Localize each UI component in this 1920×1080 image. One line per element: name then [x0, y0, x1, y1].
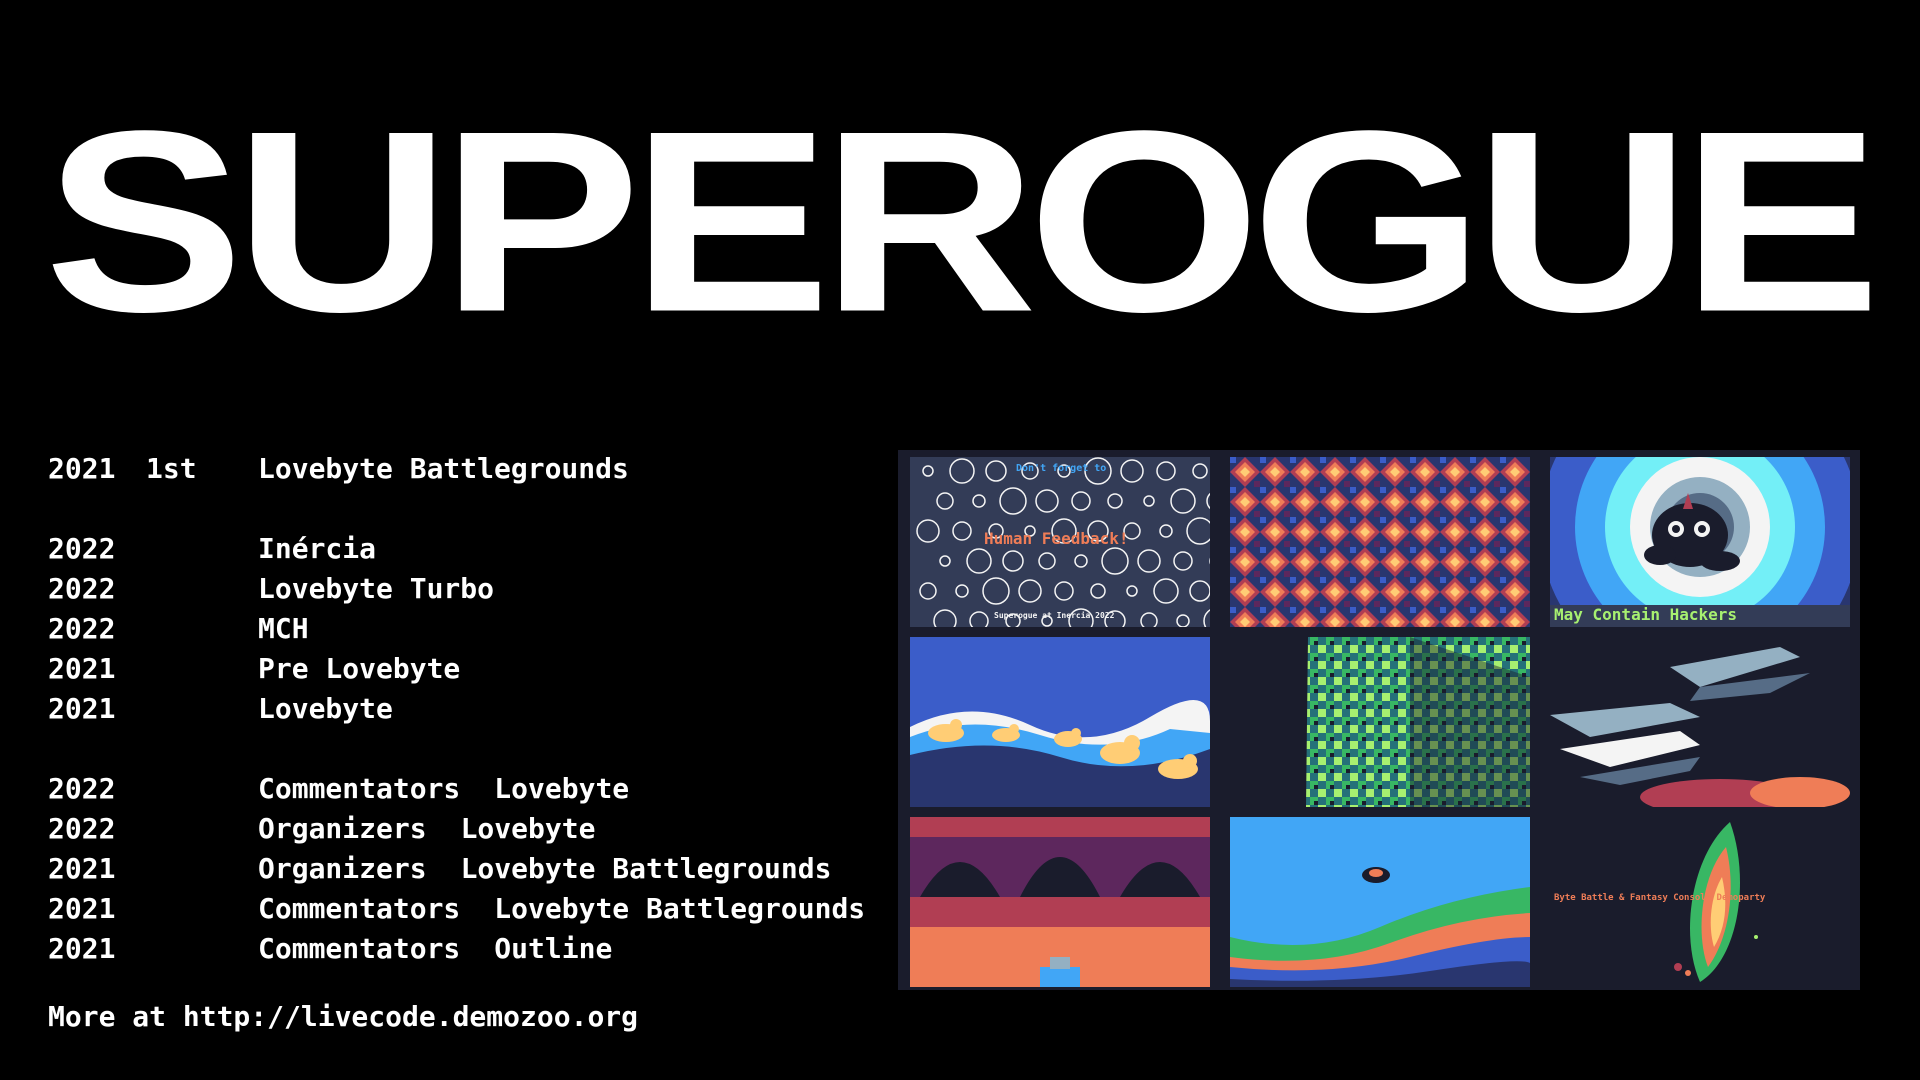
participation-row: 2022 Inércia: [48, 528, 865, 568]
year: 2022: [48, 571, 116, 605]
year: 2022: [48, 611, 116, 645]
year: 2021: [48, 851, 116, 885]
year: 2021: [48, 931, 116, 965]
year: 2022: [48, 771, 116, 805]
event-name: MCH: [258, 611, 309, 645]
screenshot-arches: [910, 817, 1210, 987]
demo-listing: 2021 1st Lovebyte Battlegrounds 2022 Iné…: [48, 448, 865, 968]
role-row: 2021 Commentators Lovebyte Battlegrounds: [48, 888, 865, 928]
event-name: Outline: [494, 931, 613, 965]
event-name: Pre Lovebyte: [258, 651, 461, 685]
screenshot-byte-battle: Byte Battle & Fantasy Console Demoparty: [1550, 817, 1850, 987]
page-title: SUPEROGUE: [44, 76, 1881, 366]
event-name: Lovebyte Battlegrounds: [460, 851, 832, 885]
year: 2022: [48, 531, 116, 565]
screenshot-human-feedback: Don't forget to Human Feedback! Superogu…: [910, 457, 1210, 627]
screenshot-caption: May Contain Hackers: [1554, 605, 1738, 624]
event-name: Inércia: [258, 531, 377, 565]
event-name: Lovebyte Battlegrounds: [494, 891, 866, 925]
event-name: Lovebyte: [494, 771, 630, 805]
role: Organizers: [258, 851, 427, 885]
event-name: Lovebyte: [460, 811, 596, 845]
screenshot-ducks: [910, 637, 1210, 807]
screenshot-sky-waves: [1230, 817, 1530, 987]
screenshot-twister: [1550, 637, 1850, 807]
role-row: 2021 Commentators Outline: [48, 928, 865, 968]
screenshot-green-grid: [1230, 637, 1530, 807]
screenshot-caption: Don't forget to: [1016, 463, 1107, 474]
more-info-link[interactable]: More at http://livecode.demozoo.org: [48, 1000, 638, 1033]
role-row: 2021 Organizers Lovebyte Battlegrounds: [48, 848, 865, 888]
screenshot-caption: Superogue at Inercia 2022: [994, 611, 1115, 620]
screenshot-may-contain-hackers: May Contain Hackers: [1550, 457, 1850, 627]
role-row: 2022 Organizers Lovebyte: [48, 808, 865, 848]
screenshot-caption: Human Feedback!: [984, 529, 1129, 548]
year: 2021: [48, 451, 116, 485]
event-name: Lovebyte Battlegrounds: [258, 451, 629, 485]
role-row: 2022 Commentators Lovebyte: [48, 768, 865, 808]
year: 2022: [48, 811, 116, 845]
participation-row: 2021 Lovebyte: [48, 688, 865, 728]
screenshot-diamond-pattern: [1230, 457, 1530, 627]
event-name: Lovebyte Turbo: [258, 571, 495, 605]
role: Commentators: [258, 931, 461, 965]
participation-row: 2021 Pre Lovebyte: [48, 648, 865, 688]
event-name: Lovebyte: [258, 691, 393, 725]
role: Commentators: [258, 891, 461, 925]
role: Organizers: [258, 811, 427, 845]
result-row: 2021 1st Lovebyte Battlegrounds: [48, 448, 865, 488]
year: 2021: [48, 651, 116, 685]
year: 2021: [48, 691, 116, 725]
screenshot-grid: Don't forget to Human Feedback! Superogu…: [898, 450, 1860, 990]
role: Commentators: [258, 771, 461, 805]
screenshot-caption: Byte Battle & Fantasy Console Demoparty: [1554, 893, 1766, 903]
participation-row: 2022 Lovebyte Turbo: [48, 568, 865, 608]
placement: 1st: [146, 451, 197, 485]
participation-row: 2022 MCH: [48, 608, 865, 648]
year: 2021: [48, 891, 116, 925]
